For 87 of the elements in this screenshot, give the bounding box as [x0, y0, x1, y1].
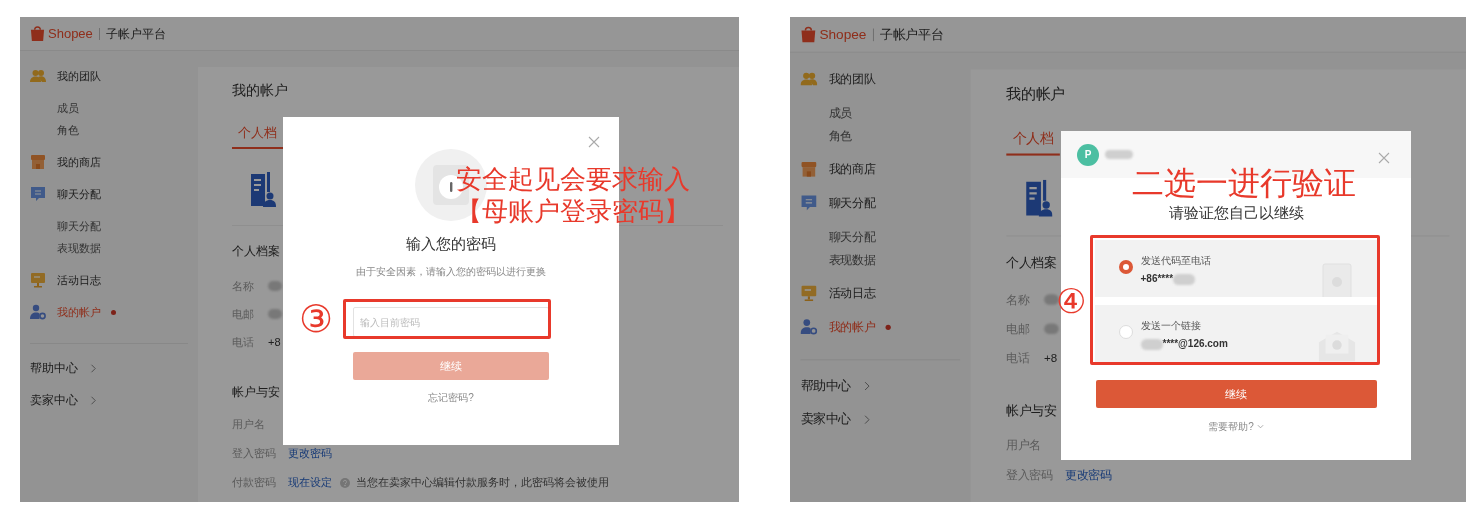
sidebar-item[interactable]: 活动日志	[828, 284, 876, 302]
section-title: 帐户与安	[232, 384, 280, 401]
sidebar-subitem[interactable]: 聊天分配	[57, 217, 101, 235]
user-gear-icon	[30, 304, 46, 320]
dialog-subtitle: 由于安全因素，请输入您的密码以进行更换	[356, 265, 546, 279]
sidebar-subitem[interactable]: 角色	[828, 127, 852, 145]
phone-illustration	[1321, 263, 1352, 297]
field-label: 电话	[1006, 350, 1031, 367]
chat-icon	[800, 194, 818, 212]
sidebar-item[interactable]: 活动日志	[57, 271, 101, 289]
option-title: 发送代码至电话	[1140, 254, 1211, 268]
link[interactable]: 现在设定	[288, 474, 332, 491]
section-title: 帐户与安	[1006, 402, 1057, 421]
sidebar-subitem[interactable]: 聊天分配	[828, 227, 876, 246]
sidebar-link[interactable]: 卖家中心	[30, 391, 78, 409]
dialog-title: 输入您的密码	[406, 234, 496, 254]
sidebar-subitem[interactable]: 表现数据	[57, 239, 101, 257]
hint-text: 当您在卖家中心编辑付款服务时，此密码将会被使用	[356, 475, 609, 491]
verification-option[interactable]: 发送一个链接 ****@126.com	[1094, 305, 1378, 362]
option-title: 发送一个链接	[1140, 319, 1202, 333]
field-label: 名称	[1006, 291, 1031, 308]
field-label: 电邮	[1006, 321, 1031, 337]
chevron-right-icon	[90, 395, 96, 405]
monitor-icon	[30, 272, 46, 288]
people-icon	[800, 70, 818, 88]
monitor-icon	[800, 284, 818, 302]
avatar: P	[1077, 143, 1099, 166]
step-number: ④	[1056, 281, 1087, 321]
sidebar-item[interactable]: 聊天分配	[57, 185, 101, 203]
sidebar-item[interactable]: 聊天分配	[828, 194, 876, 212]
step-number: ③	[299, 297, 334, 341]
building-person-icon	[1025, 179, 1053, 218]
sidebar-item[interactable]: 我的团队	[828, 70, 876, 88]
chevron-right-icon	[863, 380, 870, 391]
verification-option[interactable]: 发送代码至电话 +86****	[1094, 240, 1378, 297]
sidebar-item[interactable]: 我的商店	[828, 160, 876, 178]
sidebar-item[interactable]: 我的团队	[57, 67, 101, 85]
forgot-password-link[interactable]: 忘记密码?	[428, 390, 474, 406]
store-icon	[800, 160, 818, 178]
brand-name[interactable]: Shopee	[48, 23, 93, 44]
option-detail: +86****	[1140, 272, 1174, 286]
radio-button[interactable]	[1118, 260, 1133, 274]
sidebar-link[interactable]: 卖家中心	[800, 409, 851, 429]
envelope-illustration	[1317, 330, 1356, 362]
field-value: +8	[1044, 350, 1058, 367]
link[interactable]: 更改密码	[288, 445, 332, 462]
chevron-down-icon	[1256, 423, 1264, 429]
store-icon	[30, 154, 46, 170]
sidebar-item[interactable]: 我的帐户	[828, 318, 876, 336]
people-icon	[30, 68, 46, 84]
help-link[interactable]: 需要帮助?	[1208, 418, 1254, 434]
sidebar-link[interactable]: 帮助中心	[30, 359, 78, 377]
link[interactable]: 更改密码	[1065, 466, 1112, 484]
user-gear-icon	[800, 318, 818, 336]
continue-button: 继续	[353, 352, 549, 380]
option-detail: ****@126.com	[1162, 337, 1228, 351]
page-title: 我的帐户	[1006, 84, 1067, 104]
sidebar-subitem[interactable]: 成员	[57, 99, 79, 117]
building-person-icon	[250, 172, 276, 208]
sidebar-subitem[interactable]: 表现数据	[828, 250, 876, 269]
continue-button[interactable]: 继续	[1095, 380, 1377, 408]
help-icon[interactable]	[340, 477, 350, 488]
chevron-right-icon	[90, 363, 96, 373]
sidebar-item[interactable]: 我的商店	[57, 153, 101, 171]
chat-icon	[30, 186, 46, 202]
sidebar-item[interactable]: 我的帐户	[57, 303, 101, 321]
product-name: 子帐户平台	[105, 25, 166, 43]
sidebar-link[interactable]: 帮助中心	[800, 376, 851, 395]
field-label: 用户名	[1006, 437, 1042, 453]
annotation-text: 二选一进行验证	[1132, 164, 1356, 202]
dialog-title: 请验证您自己以继续	[1168, 203, 1304, 223]
shopping-bag-icon	[30, 25, 45, 42]
close-icon[interactable]	[588, 136, 600, 148]
field-label: 名称	[232, 278, 255, 294]
field-value: +8	[268, 334, 281, 350]
brand-name[interactable]: Shopee	[819, 24, 867, 45]
tab[interactable]: 个人档	[1006, 124, 1060, 156]
shopping-bag-icon	[800, 25, 817, 44]
sidebar-subitem[interactable]: 成员	[828, 103, 852, 122]
page-title: 我的帐户	[232, 81, 289, 99]
sidebar-subitem[interactable]: 角色	[57, 121, 79, 139]
product-name: 子帐户平台	[880, 25, 944, 44]
close-icon[interactable]	[1378, 152, 1390, 164]
section-title: 个人档案	[1006, 254, 1057, 273]
section-title: 个人档案	[232, 243, 280, 260]
chevron-right-icon	[863, 414, 870, 424]
blurred-name	[1105, 150, 1133, 159]
